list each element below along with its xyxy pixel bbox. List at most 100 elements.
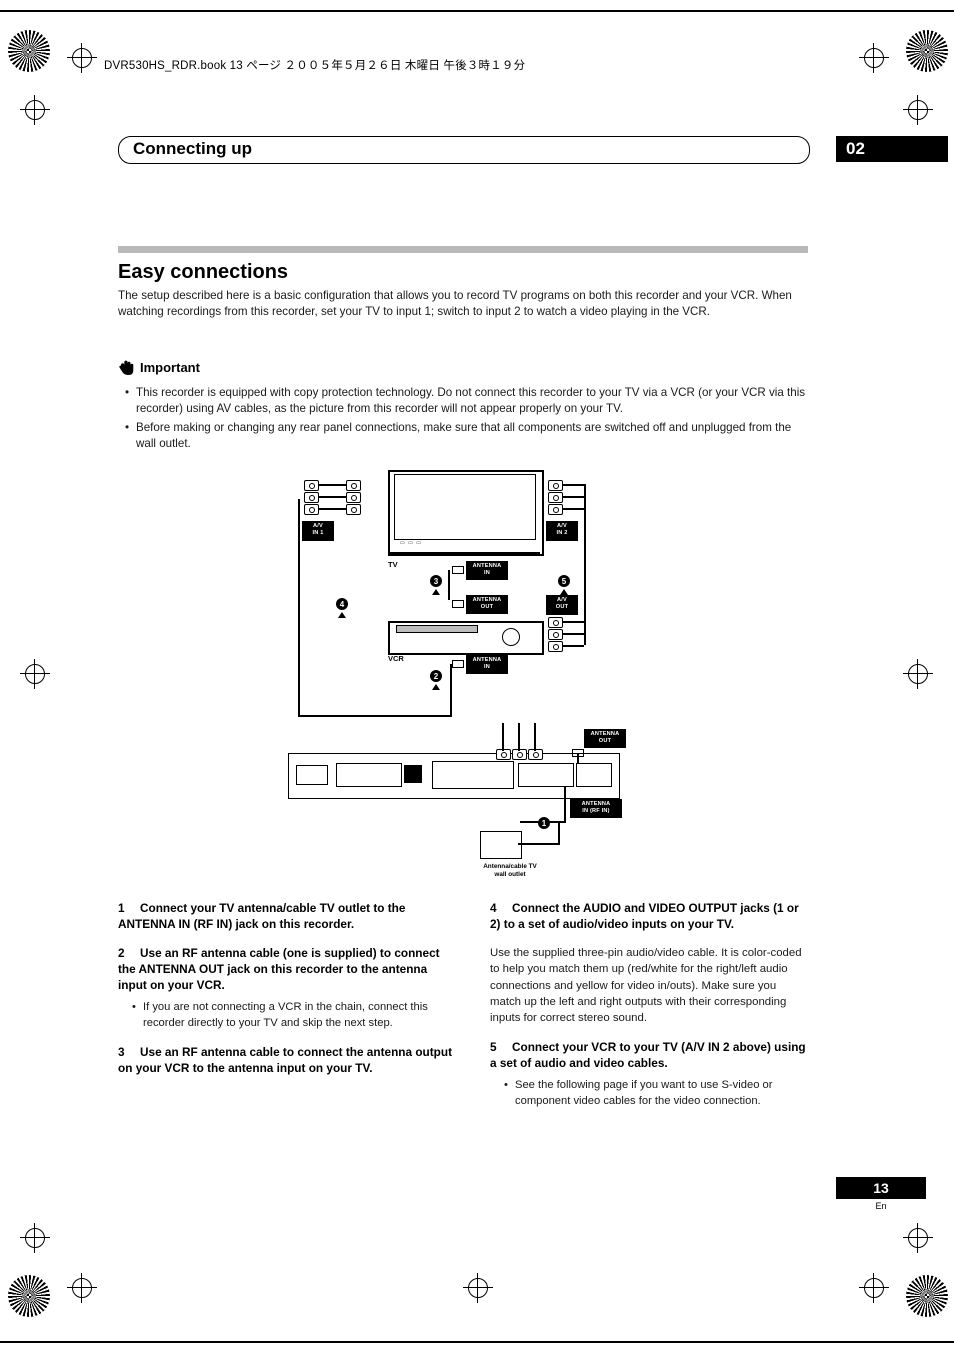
crop-mark-top-right: [859, 43, 889, 73]
vcr-av-out-jack-bottom: [548, 641, 563, 652]
tv-controls: ▭ ▭ ▭: [400, 540, 422, 546]
important-bullet-list: • This recorder is equipped with copy pr…: [125, 385, 813, 454]
step-3-title: Use an RF antenna cable to connect the a…: [118, 1045, 452, 1076]
important-label: Important: [140, 360, 200, 375]
page-edge-rule-bottom: [0, 1341, 954, 1343]
step-2-bullet-text: If you are not connecting a VCR in the c…: [143, 1001, 428, 1029]
step-2-title: Use an RF antenna cable (one is supplied…: [118, 946, 440, 992]
crop-mark-lower-left: [20, 1223, 50, 1253]
av-in1-plug-bottom: [304, 504, 319, 515]
step-3-number: 3: [118, 1045, 125, 1060]
vcr-av-cable-bottom: [562, 645, 584, 647]
recorder-antenna-out-stub: [577, 753, 579, 763]
callout-5-arrow: [560, 589, 568, 595]
step-5-bullet-text: See the following page if you want to us…: [515, 1079, 773, 1108]
recorder-vent-left: [296, 765, 328, 785]
language-code: En: [875, 1201, 887, 1211]
step-5-number: 5: [490, 1040, 497, 1055]
connection-diagram: ▭ ▭ ▭ TV A/V IN 1 A/V IN 2 ANTENNA IN AN…: [280, 465, 700, 885]
av-in1-plug-top: [304, 480, 319, 491]
av-in2-cable-bottom: [562, 508, 586, 510]
callout-3-arrow: [432, 589, 440, 595]
recorder-connector-block-3: [432, 761, 514, 789]
crop-mark-upper-right: [903, 95, 933, 125]
important-bullet-item: • Before making or changing any rear pan…: [125, 420, 813, 453]
step-2-bullet: • If you are not connecting a VCR in the…: [132, 1000, 458, 1031]
bullet-dot: •: [125, 420, 130, 434]
print-registration-starburst-bottom-left: [8, 1275, 50, 1317]
callout-1: 1: [538, 817, 550, 829]
crop-mark-bottom-left: [67, 1273, 97, 1303]
chapter-title: Connecting up: [133, 139, 252, 158]
vcr-tape-slot: [396, 625, 478, 633]
important-bullet-text: Before making or changing any rear panel…: [136, 420, 792, 450]
step-4-number: 4: [490, 901, 497, 915]
step-2: 2 Use an RF antenna cable (one is supplie…: [118, 945, 458, 993]
page-edge-rule-top: [0, 10, 954, 12]
step-5-title: Connect your VCR to your TV (A/V IN 2 ab…: [490, 1040, 806, 1071]
page-number-badge: 13: [836, 1177, 926, 1199]
vcr-av-cable-mid: [562, 633, 584, 635]
av-out-label: A/V OUT: [546, 595, 578, 615]
wall-cable-riser: [558, 822, 560, 844]
av-in1-cable-top: [316, 484, 346, 486]
tv-antenna-out-connector: [452, 600, 464, 608]
av-in2-cable-top: [562, 484, 586, 486]
recorder-av-cable-1: [502, 723, 504, 751]
callout-3: 3: [430, 575, 442, 587]
print-registration-starburst-top-left: [8, 30, 50, 72]
wall-outlet-illustration: [480, 831, 522, 859]
av-in2-jack-bottom: [548, 504, 563, 515]
bullet-dot: •: [125, 386, 130, 399]
av-in-1-label: A/V IN 1: [302, 521, 334, 541]
callout-4: 4: [336, 598, 348, 610]
tv-base: [388, 552, 540, 556]
vcr-av-cable-top: [562, 621, 584, 623]
rf-in-drop: [564, 787, 566, 821]
step-4-body: Use the supplied three-pin audio/video c…: [490, 947, 802, 1025]
print-registration-starburst-bottom-right: [906, 1275, 948, 1317]
steps-column-right: 4 Connect the AUDIO and VIDEO OUTPUT jack…: [490, 900, 810, 1123]
step-1-number: 1: [118, 901, 125, 915]
antenna-in-vcr-label: ANTENNA IN: [466, 655, 508, 674]
step-4-title: Connect the AUDIO and VIDEO OUTPUT jacks…: [490, 901, 799, 931]
section-intro: The setup described here is a basic conf…: [118, 289, 792, 319]
pointing-hand-icon: [118, 360, 136, 376]
av-in1-jack-mid: [346, 492, 361, 503]
wall-outlet-label: Antenna/cable TV wall outlet: [483, 863, 537, 878]
important-bullet-item: • This recorder is equipped with copy pr…: [125, 385, 813, 418]
rf-cable-left-riser: [298, 499, 300, 717]
vcr-label: VCR: [388, 654, 404, 663]
bullet-dot: •: [132, 1001, 136, 1013]
bullet-dot: •: [504, 1079, 508, 1092]
step-5-bullet: • See the following page if you want to …: [504, 1078, 810, 1109]
av-in1-cable-bottom: [316, 508, 346, 510]
step-4: 4 Connect the AUDIO and VIDEO OUTPUT jack…: [490, 900, 810, 932]
step-2-number: 2: [118, 946, 125, 960]
tv-antenna-in-connector: [452, 566, 464, 574]
av-in1-plug-mid: [304, 492, 319, 503]
vcr-dial: [502, 628, 520, 646]
vcr-antenna-in-connector: [452, 660, 464, 668]
crop-mark-mid-left: [20, 659, 50, 689]
vcr-av-out-jack-mid: [548, 629, 563, 640]
av-in1-jack-top: [346, 480, 361, 491]
book-header-line: DVR530HS_RDR.book 13 ページ ２００５年５月２６日 木曜日 …: [104, 60, 526, 72]
recorder-connector-block-2: [404, 765, 422, 783]
crop-mark-upper-left: [20, 95, 50, 125]
step-1-title: Connect your TV antenna/cable TV outlet …: [118, 901, 406, 931]
tv-label: TV: [388, 560, 398, 569]
av-in2-cable-mid: [562, 496, 586, 498]
steps-column-left: 1 Connect your TV antenna/cable TV outlet…: [118, 900, 458, 1089]
recorder-connector-block-4: [518, 763, 574, 787]
vcr-av-out-jack-top: [548, 617, 563, 628]
av-in1-cable-mid: [316, 496, 346, 498]
crop-mark-bottom-right: [859, 1273, 889, 1303]
section-rule: [118, 246, 808, 253]
chapter-number: 02: [836, 136, 948, 162]
tv-screen: [394, 474, 536, 540]
callout-2: 2: [430, 670, 442, 682]
crop-mark-mid-right: [903, 659, 933, 689]
av-in2-jack-top: [548, 480, 563, 491]
recorder-av-cable-3: [534, 723, 536, 751]
